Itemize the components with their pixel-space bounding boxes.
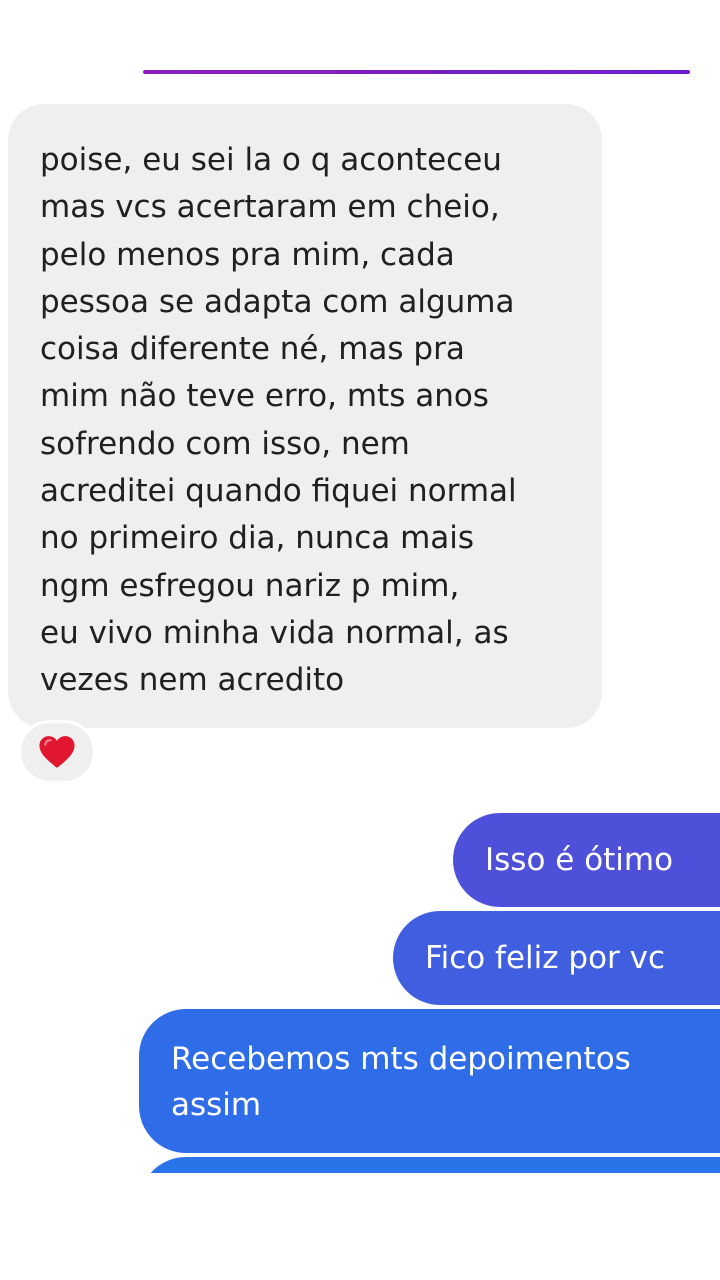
chat-screen: poise, eu sei la o q aconteceu mas vcs a…: [0, 0, 720, 1280]
outgoing-message-bubble[interactable]: Isso é ótimo: [453, 813, 720, 907]
outgoing-message-bubble[interactable]: Fico feliz por vc: [393, 911, 720, 1005]
top-divider: [143, 70, 690, 74]
incoming-message-bubble[interactable]: poise, eu sei la o q aconteceu mas vcs a…: [8, 104, 602, 728]
heart-icon: [39, 736, 75, 768]
reaction-chip[interactable]: [18, 720, 96, 784]
cropped-area: [0, 1173, 720, 1280]
outgoing-message-bubble[interactable]: Recebemos mts depoimentos assim: [139, 1009, 720, 1153]
